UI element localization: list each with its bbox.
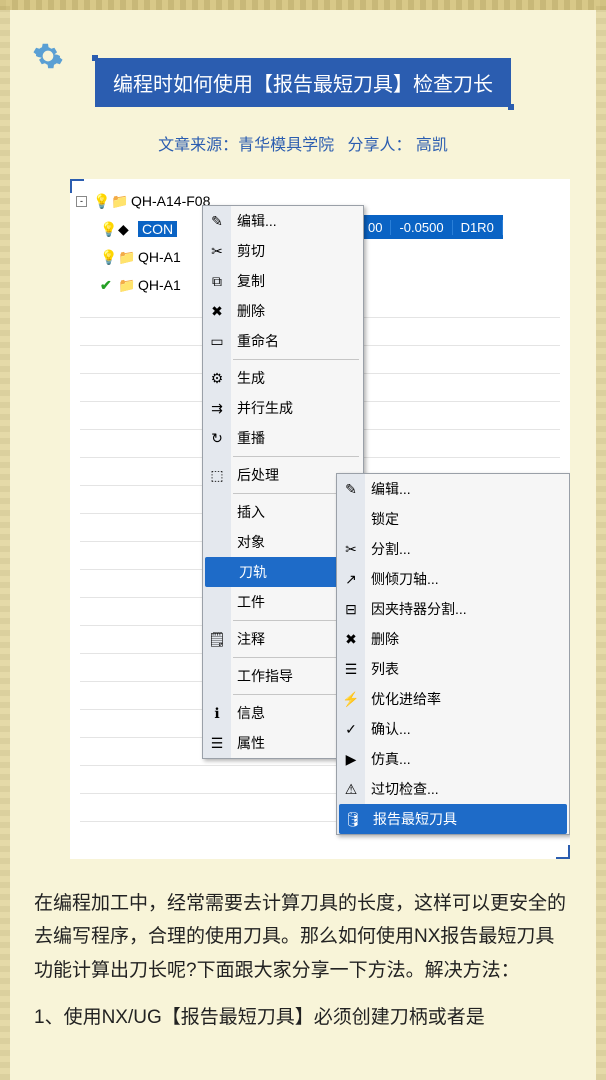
holder-icon: ⊟ (342, 600, 360, 618)
submenu-report-shortest-tool[interactable]: 🛢报告最短刀具 (339, 804, 567, 834)
copy-icon: ⧉ (208, 272, 226, 290)
grid-selected-row: 00 -0.0500 D1R0 (360, 215, 503, 239)
submenu-simulate[interactable]: ▶仿真... (337, 744, 569, 774)
confirm-icon: ✓ (342, 720, 360, 738)
edit-icon: ✎ (342, 480, 360, 498)
bulb-icon: 💡 (93, 193, 109, 209)
gouge-icon: ⚠ (342, 780, 360, 798)
check-icon: ✔ (100, 277, 116, 293)
note-icon: 🗒 (208, 630, 226, 648)
tree-item[interactable]: ✔ 📁 QH-A1 (76, 271, 210, 299)
bulb-icon: 💡 (100, 249, 116, 265)
operation-icon: ◆ (118, 221, 134, 237)
article-paragraph: 在编程加工中，经常需要去计算刀具的长度，这样可以更安全的去编写程序，合理的使用刀… (34, 887, 572, 987)
menu-edit[interactable]: ✎编辑... (203, 206, 363, 236)
delete-icon: ✖ (208, 302, 226, 320)
tree-root[interactable]: - 💡 📁 QH-A14-F08 (76, 187, 210, 215)
collapse-icon[interactable]: - (76, 196, 87, 207)
tree-item[interactable]: 💡 📁 QH-A1 (76, 243, 210, 271)
submenu-gouge-check[interactable]: ⚠过切检查... (337, 774, 569, 804)
submenu-optimize-feed[interactable]: ⚡优化进给率 (337, 684, 569, 714)
replay-icon: ↻ (208, 429, 226, 447)
menu-replay[interactable]: ↻重播 (203, 423, 363, 453)
gear-icon (32, 40, 64, 72)
submenu-confirm[interactable]: ✓确认... (337, 714, 569, 744)
article-paragraph: 1、使用NX/UG【报告最短刀具】必须创建刀柄或者是 (34, 1001, 572, 1034)
folder-icon: 📁 (111, 193, 127, 209)
cut-icon: ✂ (208, 242, 226, 260)
article-body: 在编程加工中，经常需要去计算刀具的长度，这样可以更安全的去编写程序，合理的使用刀… (30, 887, 576, 1034)
context-submenu-toolpath: ✎编辑... 锁定 ✂分割... ↗侧倾刀轴... ⊟因夹持器分割... ✖删除… (336, 473, 570, 835)
properties-icon: ☰ (208, 734, 226, 752)
operation-tree: - 💡 📁 QH-A14-F08 💡 ◆ CON 💡 📁 QH-A1 ✔ � (76, 187, 210, 299)
edit-icon: ✎ (208, 212, 226, 230)
menu-copy[interactable]: ⧉复制 (203, 266, 363, 296)
split-icon: ✂ (342, 540, 360, 558)
tree-item-selected[interactable]: 💡 ◆ CON (76, 215, 210, 243)
bulb-icon: 💡 (100, 221, 116, 237)
submenu-lock[interactable]: 锁定 (337, 504, 569, 534)
menu-cut[interactable]: ✂剪切 (203, 236, 363, 266)
parallel-icon: ⇉ (208, 399, 226, 417)
delete-icon: ✖ (342, 630, 360, 648)
menu-delete[interactable]: ✖删除 (203, 296, 363, 326)
menu-rename[interactable]: ▭重命名 (203, 326, 363, 356)
submenu-delete[interactable]: ✖删除 (337, 624, 569, 654)
generate-icon: ⚙ (208, 369, 226, 387)
submenu-split[interactable]: ✂分割... (337, 534, 569, 564)
simulate-icon: ▶ (342, 750, 360, 768)
tilt-icon: ↗ (342, 570, 360, 588)
info-icon: ℹ (208, 704, 226, 722)
submenu-edit[interactable]: ✎编辑... (337, 474, 569, 504)
rename-icon: ▭ (208, 332, 226, 350)
optimize-icon: ⚡ (342, 690, 360, 708)
menu-parallel-generate[interactable]: ⇉并行生成 (203, 393, 363, 423)
software-screenshot: - 💡 📁 QH-A14-F08 💡 ◆ CON 💡 📁 QH-A1 ✔ � (70, 179, 570, 859)
submenu-list[interactable]: ☰列表 (337, 654, 569, 684)
submenu-tilt-axis[interactable]: ↗侧倾刀轴... (337, 564, 569, 594)
folder-icon: 📁 (118, 277, 134, 293)
page-title: 编程时如何使用【报告最短刀具】检查刀长 (95, 58, 511, 107)
list-icon: ☰ (342, 660, 360, 678)
folder-icon: 📁 (118, 249, 134, 265)
source-line: 文章来源：青华模具学院 分享人： 高凯 (30, 131, 576, 155)
postprocess-icon: ⬚ (208, 466, 226, 484)
menu-generate[interactable]: ⚙生成 (203, 363, 363, 393)
report-icon: 🛢 (344, 810, 362, 828)
submenu-holder-split[interactable]: ⊟因夹持器分割... (337, 594, 569, 624)
